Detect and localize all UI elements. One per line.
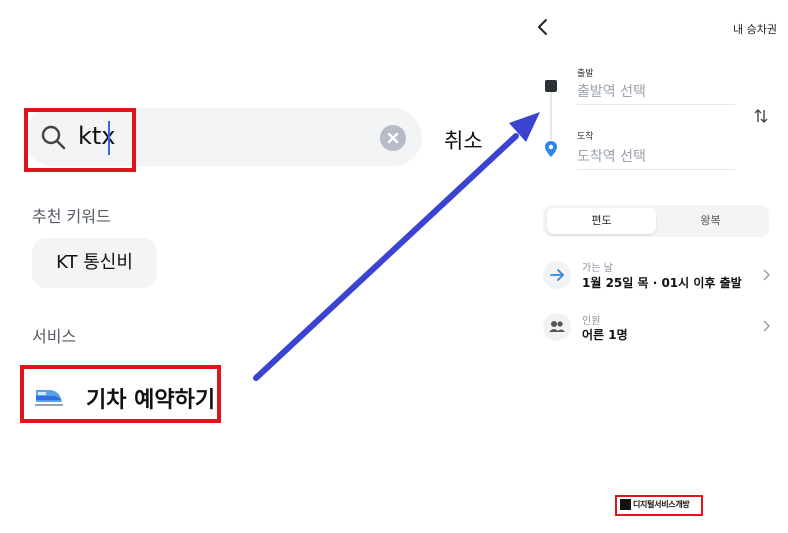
train-service-highlight-box	[20, 365, 221, 423]
passenger-count-value[interactable]: 어른 1명	[582, 326, 628, 343]
arrival-station-field[interactable]: 도착역 선택	[577, 146, 646, 166]
clear-icon[interactable]	[380, 125, 406, 151]
recommended-keyword-chip[interactable]: KT 통신비	[32, 238, 157, 288]
search-highlight-box	[24, 108, 136, 172]
chevron-right-icon[interactable]	[761, 268, 771, 282]
departure-date-value[interactable]: 1월 25일 목 · 01시 이후 출발	[582, 274, 742, 291]
watermark-logo-icon	[620, 499, 631, 510]
one-way-tab[interactable]: 편도	[547, 208, 656, 234]
location-pin-icon	[545, 141, 557, 157]
departure-underline	[577, 104, 735, 105]
services-heading: 서비스	[32, 327, 77, 346]
route-line	[550, 92, 552, 140]
chevron-right-icon[interactable]	[761, 319, 771, 333]
passenger-label: 인원	[582, 316, 601, 327]
watermark-text: 디지털서비스개방	[633, 500, 690, 509]
people-icon	[543, 313, 571, 341]
recommended-heading: 추천 키워드	[32, 207, 111, 226]
cancel-button[interactable]: 취소	[444, 125, 483, 155]
my-tickets-link[interactable]: 내 승차권	[733, 21, 777, 37]
arrival-label: 도착	[577, 132, 594, 142]
arrow-right-icon	[543, 261, 571, 289]
swap-icon[interactable]	[752, 107, 770, 125]
departure-label: 출발	[577, 69, 594, 79]
departure-marker	[545, 80, 557, 92]
back-icon[interactable]	[536, 18, 550, 36]
departure-station-field[interactable]: 출발역 선택	[577, 81, 646, 101]
clear-x-glyph	[387, 132, 399, 144]
departure-date-label: 가는 날	[582, 263, 613, 274]
arrival-underline	[577, 169, 735, 170]
round-trip-tab[interactable]: 왕복	[656, 208, 765, 234]
